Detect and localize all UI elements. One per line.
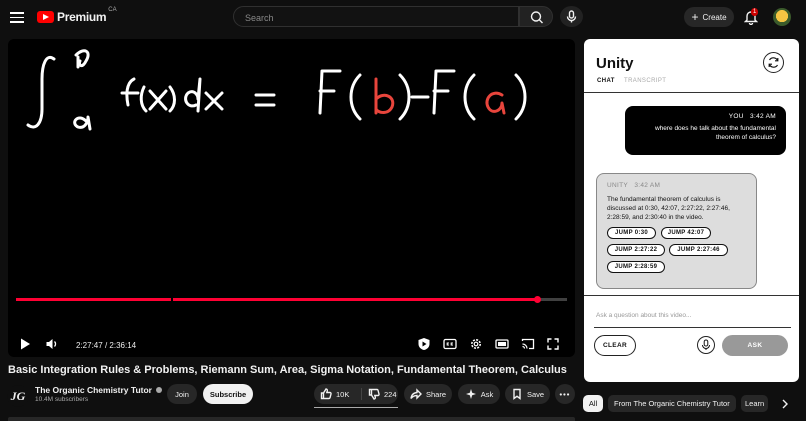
more-actions-button[interactable]: •••	[555, 384, 575, 404]
progress-fill	[16, 298, 538, 301]
dislike-button[interactable]: 224	[362, 388, 397, 400]
channel-avatar[interactable]: JG	[7, 385, 29, 407]
user-message-text: where does he talk about the fundamental…	[654, 125, 776, 141]
save-label: Save	[526, 389, 545, 399]
voice-search-button[interactable]	[560, 6, 583, 27]
ask-label: Ask	[480, 389, 494, 399]
channel-name[interactable]: The Organic Chemistry Tutor	[35, 385, 162, 395]
user-message-meta: YOU 3:42 AM	[635, 113, 776, 120]
sparkle-icon	[465, 389, 476, 399]
jump-button[interactable]: JUMP 2:27:22	[607, 244, 665, 256]
ask-button[interactable]: ASK	[722, 335, 788, 356]
region-label: CA	[108, 7, 117, 13]
time-separator: /	[104, 341, 108, 350]
jump-button[interactable]: JUMP 2:28:59	[607, 261, 665, 273]
tab-transcript[interactable]: TRANSCRIPT	[624, 78, 666, 84]
duration: 2:36:14	[109, 341, 137, 350]
like-underline	[314, 407, 398, 408]
bot-sender: UNITY	[607, 182, 628, 189]
like-dislike-group: 10K 224	[314, 384, 398, 404]
join-button[interactable]: Join	[167, 384, 197, 404]
settings-gear-icon[interactable]	[469, 337, 483, 351]
channel-name-text: The Organic Chemistry Tutor	[35, 385, 152, 395]
jump-button[interactable]: JUMP 42:07	[661, 227, 711, 239]
subscriber-count: 10.4M subscribers	[35, 396, 89, 403]
top-bar: Premium CA + Create 1	[0, 0, 806, 34]
ask-question-input[interactable]	[594, 303, 791, 328]
bot-message: UNITY 3:42 AM The fundamental theorem of…	[596, 173, 757, 289]
like-button[interactable]: 10K	[314, 388, 362, 400]
volume-icon[interactable]	[45, 337, 59, 351]
ask-ai-button[interactable]: Ask	[458, 384, 500, 404]
unity-chat-panel: Unity CHAT TRANSCRIPT YOU 3:42 AM where …	[584, 39, 799, 382]
share-button[interactable]: Share	[404, 384, 452, 404]
dislike-count: 224	[384, 389, 397, 399]
bot-time: 3:42 AM	[634, 182, 661, 189]
plus-icon: +	[691, 10, 699, 24]
brand-label: Premium	[57, 10, 107, 24]
user-sender: YOU	[728, 113, 744, 120]
chapter-marker	[171, 298, 173, 301]
current-time: 2:27:47	[76, 341, 103, 350]
account-avatar[interactable]	[773, 8, 791, 26]
youtube-premium-logo[interactable]: Premium CA	[37, 7, 117, 24]
search-button[interactable]	[519, 6, 553, 27]
refresh-button[interactable]	[763, 52, 784, 73]
tab-chat[interactable]: CHAT	[597, 78, 615, 84]
panel-divider-bottom	[584, 295, 799, 296]
mic-icon	[702, 339, 710, 350]
bot-message-meta: UNITY 3:42 AM	[607, 182, 746, 189]
clear-button[interactable]: CLEAR	[594, 335, 636, 356]
share-icon	[410, 388, 422, 400]
play-icon[interactable]	[18, 337, 32, 351]
time-display: 2:27:47 / 2:36:14	[76, 341, 136, 350]
jump-button[interactable]: JUMP 0:30	[607, 227, 656, 239]
panel-mic-button[interactable]	[697, 336, 715, 354]
scrubber-handle[interactable]	[534, 296, 542, 303]
bot-message-text: The fundamental theorem of calculus is d…	[607, 196, 730, 221]
progress-bar[interactable]	[16, 296, 567, 303]
youtube-play-icon	[37, 11, 54, 23]
video-title: Basic Integration Rules & Problems, Riem…	[8, 364, 567, 376]
search-icon	[530, 11, 543, 24]
description-box-edge	[8, 417, 575, 421]
chip-from-channel[interactable]: From The Organic Chemistry Tutor	[608, 395, 736, 412]
user-message: YOU 3:42 AM where does he talk about the…	[625, 106, 786, 155]
panel-title: Unity	[596, 55, 634, 72]
bookmark-icon	[513, 388, 521, 400]
create-label: Create	[702, 12, 727, 22]
video-player[interactable]: 2:27:47 / 2:36:14	[8, 39, 575, 357]
thumbs-up-icon	[320, 388, 332, 400]
create-button[interactable]: + Create	[684, 7, 734, 27]
subscribe-button[interactable]: Subscribe	[203, 384, 253, 404]
share-label: Share	[425, 389, 446, 399]
jump-button[interactable]: JUMP 2:27:46	[669, 244, 728, 256]
menu-icon[interactable]	[10, 9, 24, 23]
more-horizontal-icon: •••	[559, 389, 571, 399]
theater-mode-icon[interactable]	[495, 337, 509, 351]
closed-captions-icon[interactable]	[443, 337, 457, 351]
like-count: 10K	[336, 389, 350, 399]
cast-icon[interactable]	[521, 337, 535, 351]
fullscreen-icon[interactable]	[546, 337, 560, 351]
refresh-icon	[768, 57, 779, 68]
video-frame-handwriting	[26, 49, 527, 131]
chip-learn[interactable]: Learn	[741, 395, 768, 412]
thumbs-down-icon	[368, 388, 380, 400]
search-box	[233, 6, 519, 27]
mic-icon	[566, 10, 577, 23]
verified-check-icon	[155, 387, 162, 393]
chevron-right-icon[interactable]	[779, 398, 791, 410]
chip-all[interactable]: All	[583, 395, 603, 412]
search-input[interactable]	[243, 12, 507, 24]
panel-divider	[584, 92, 799, 93]
save-button[interactable]: Save	[505, 384, 550, 404]
user-time: 3:42 AM	[750, 113, 776, 120]
shield-icon[interactable]	[417, 337, 431, 351]
